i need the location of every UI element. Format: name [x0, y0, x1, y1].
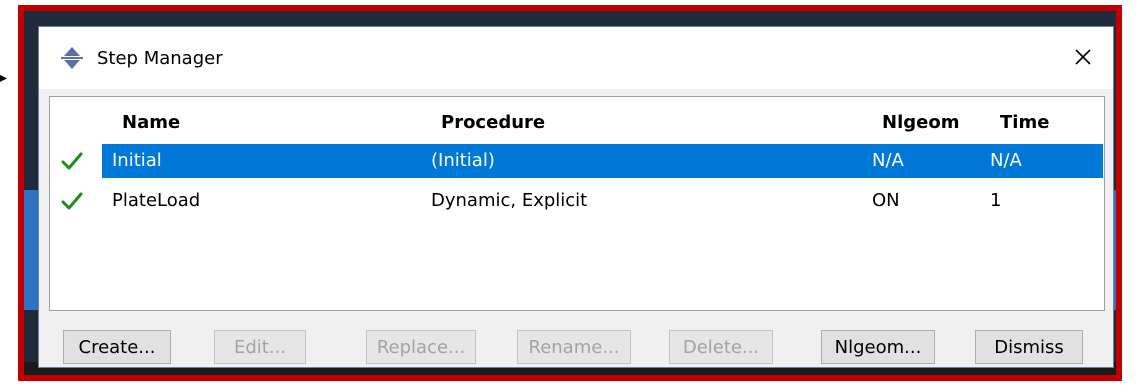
- background-arrow-glyph: ▸: [0, 70, 8, 86]
- check-icon: [61, 192, 83, 210]
- table-row[interactable]: PlateLoad Dynamic, Explicit ON 1: [102, 184, 1103, 218]
- column-header-nlgeom[interactable]: Nlgeom: [882, 112, 959, 133]
- replace-button[interactable]: Replace...: [366, 330, 476, 364]
- edit-button[interactable]: Edit...: [214, 330, 306, 364]
- steps-table[interactable]: Name Procedure Nlgeom Time Initial (Init…: [49, 96, 1105, 311]
- step-manager-icon: [61, 47, 83, 69]
- column-header-time[interactable]: Time: [1000, 112, 1049, 133]
- close-icon: [1075, 49, 1091, 65]
- nlgeom-button[interactable]: Nlgeom...: [821, 330, 935, 364]
- step-name-cell: Initial: [112, 150, 162, 171]
- step-nlgeom-cell: ON: [872, 190, 900, 211]
- close-button[interactable]: [1065, 39, 1101, 75]
- column-header-name[interactable]: Name: [122, 112, 180, 133]
- step-nlgeom-cell: N/A: [872, 150, 904, 171]
- table-row[interactable]: Initial (Initial) N/A N/A: [102, 144, 1103, 178]
- create-button[interactable]: Create...: [63, 330, 171, 364]
- title-bar[interactable]: Step Manager: [39, 27, 1113, 89]
- step-name-cell: PlateLoad: [112, 190, 201, 211]
- dialog-title: Step Manager: [97, 48, 223, 69]
- column-header-procedure[interactable]: Procedure: [441, 112, 545, 133]
- step-manager-dialog: Step Manager Name Procedure Nlgeom Time …: [38, 26, 1114, 368]
- step-procedure-cell: Dynamic, Explicit: [431, 190, 588, 211]
- dismiss-button[interactable]: Dismiss: [975, 330, 1083, 364]
- rename-button[interactable]: Rename...: [517, 330, 631, 364]
- background-app-edge: [0, 0, 14, 392]
- check-icon: [61, 152, 83, 170]
- step-time-cell: 1: [990, 190, 1002, 211]
- step-time-cell: N/A: [990, 150, 1022, 171]
- delete-button[interactable]: Delete...: [669, 330, 773, 364]
- step-procedure-cell: (Initial): [431, 150, 495, 171]
